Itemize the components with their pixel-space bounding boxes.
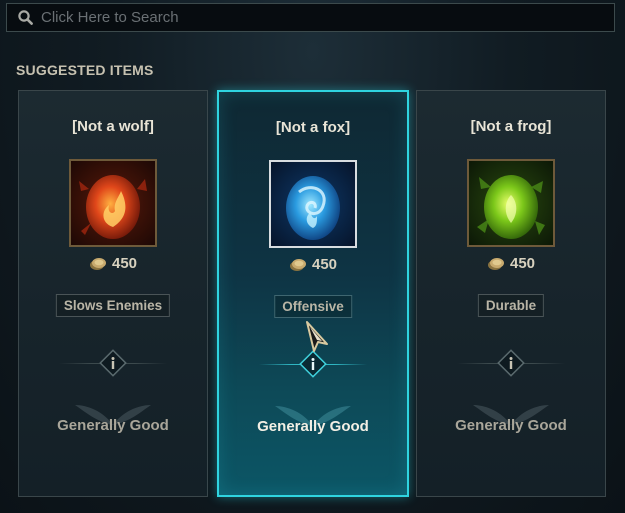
item-rating: Generally Good (455, 417, 567, 434)
info-icon[interactable] (98, 348, 128, 378)
gold-coin-icon (289, 258, 306, 271)
item-card-frog[interactable]: [Not a frog] 450 Durable Generally Good (416, 90, 606, 497)
item-price-value: 450 (509, 255, 536, 272)
item-tag: Durable (477, 294, 545, 317)
item-price: 450 (417, 255, 605, 272)
gold-coin-icon (487, 257, 504, 270)
search-input[interactable] (41, 4, 614, 31)
item-name: [Not a frog] (470, 118, 552, 135)
item-price: 450 (19, 255, 207, 272)
search-bar[interactable] (6, 3, 615, 32)
item-tag: Slows Enemies (55, 294, 171, 317)
item-name: [Not a fox] (275, 119, 351, 136)
item-rating: Generally Good (57, 417, 169, 434)
item-price-value: 450 (111, 255, 138, 272)
item-name: [Not a wolf] (72, 118, 154, 135)
search-icon (17, 10, 33, 26)
item-icon-water-egg (269, 160, 357, 248)
item-card-wolf[interactable]: [Not a wolf] 450 Slows Enemies Generally… (18, 90, 208, 497)
info-icon[interactable] (496, 348, 526, 378)
item-price: 450 (219, 256, 407, 273)
item-tag: Offensive (274, 295, 352, 318)
item-price-value: 450 (311, 256, 338, 273)
item-icon-nature-egg (467, 159, 555, 247)
section-title: SUGGESTED ITEMS (16, 62, 154, 78)
item-icon-fire-egg (69, 159, 157, 247)
gold-coin-icon (89, 257, 106, 270)
item-rating: Generally Good (257, 418, 369, 435)
mouse-cursor-icon (306, 321, 328, 352)
item-card-fox[interactable]: [Not a fox] 450 Offensive Generally Good (217, 90, 409, 497)
